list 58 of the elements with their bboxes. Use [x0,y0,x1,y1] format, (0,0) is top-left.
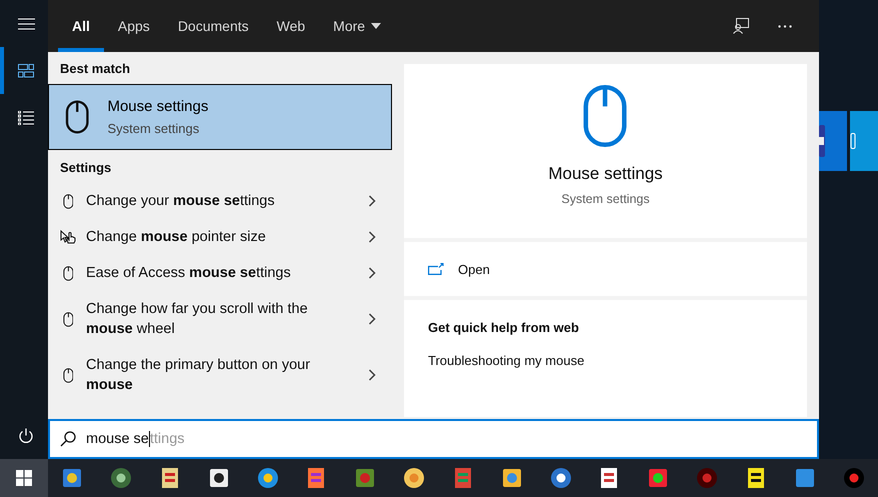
open-button[interactable]: Open [404,242,807,296]
tab[interactable]: Apps [104,0,164,52]
mouse-icon [62,368,74,382]
settings-result[interactable]: Change the primary button on your mouse [48,347,392,403]
mouse-icon [62,266,74,280]
preview-title: Mouse settings [548,164,663,184]
open-window-icon [428,263,444,275]
hand-pointer-icon [60,229,76,245]
tab[interactable]: All [58,0,104,52]
app-icon [110,467,132,489]
windows-icon [16,470,32,486]
app-icon [61,467,84,489]
app-icon [256,467,279,489]
tab[interactable]: Web [262,0,320,52]
result-title: Mouse settings [107,98,208,115]
app-tile[interactable] [819,111,847,171]
settings-result[interactable]: Change mouse pointer size [48,219,392,255]
chevron-right-icon [368,195,376,207]
app-icon [403,467,426,489]
section-heading: Best match [59,60,132,78]
preview-subtitle: System settings [561,192,650,206]
settings-result[interactable]: Change how far you scroll with the mouse wheel [48,291,392,347]
best-match-item[interactable]: Mouse settings System settings [48,84,392,150]
app-icon [696,467,718,489]
app-tile[interactable] [850,111,878,171]
chevron-right-icon [368,231,376,243]
settings-result[interactable]: Ease of Access mouse settings [48,255,392,291]
mouse-icon [62,194,74,208]
help-heading: Get quick help from web [428,320,580,335]
result-subtitle: System settings [107,121,200,136]
feedback-icon [733,18,749,34]
chevron-right-icon [368,313,376,325]
tab[interactable]: More [319,0,396,52]
settings-result[interactable]: Change your mouse settings [48,183,392,219]
search-field[interactable]: mouse settings [48,419,819,459]
section-heading: Settings [59,159,112,177]
chevron-right-icon [368,369,376,381]
tab[interactable]: Documents [164,0,263,52]
start-button[interactable] [0,459,48,497]
mouse-icon [65,100,90,134]
app-icon [794,467,816,489]
power-icon [18,428,34,444]
mouse-icon [582,84,629,148]
mouse-icon [62,312,74,326]
app-icon [647,467,670,489]
search-icon [60,431,76,447]
app-icon [208,467,230,489]
help-link[interactable]: Troubleshooting my mouse [428,353,584,368]
app-tile-icon [850,133,856,149]
app-icon [354,467,376,489]
app-icon [550,467,572,489]
list-icon [18,110,34,124]
chevron-right-icon [368,267,376,279]
app-icon [500,467,523,489]
tiles-icon [18,64,34,78]
app-icon [842,467,864,489]
menu-icon [18,18,34,30]
ellipsis-icon [778,24,792,28]
